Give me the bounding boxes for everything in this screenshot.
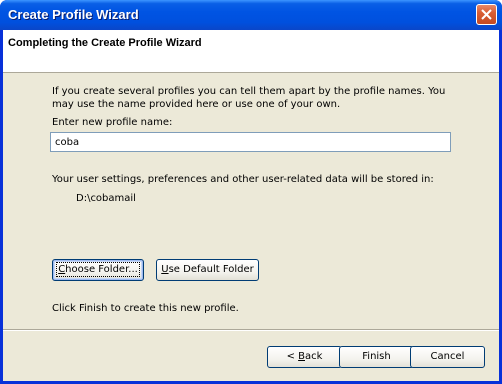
intro-text: If you create several profiles you can t… bbox=[52, 86, 446, 110]
cancel-label: Cancel bbox=[430, 351, 465, 362]
storage-path: D:\cobamail bbox=[76, 193, 136, 204]
dialog-body: Completing the Create Profile Wizard If … bbox=[3, 30, 499, 381]
close-icon bbox=[481, 9, 492, 20]
storage-location-text: Your user settings, preferences and othe… bbox=[52, 174, 434, 185]
footer-divider bbox=[3, 329, 499, 331]
use-default-folder-button[interactable]: Use Default Folder bbox=[156, 259, 259, 281]
create-profile-wizard-window: Create Profile Wizard Completing the Cre… bbox=[0, 0, 502, 384]
back-label: < Back bbox=[286, 351, 323, 362]
title-bar[interactable]: Create Profile Wizard bbox=[0, 0, 502, 30]
finish-hint-text: Click Finish to create this new profile. bbox=[52, 303, 239, 314]
use-default-folder-label: Use Default Folder bbox=[161, 264, 254, 275]
wizard-page-title: Completing the Create Profile Wizard bbox=[8, 37, 202, 49]
profile-name-input[interactable] bbox=[50, 132, 451, 152]
finish-label: Finish bbox=[362, 351, 391, 362]
cancel-button[interactable]: Cancel bbox=[410, 346, 485, 368]
window-title: Create Profile Wizard bbox=[8, 7, 139, 22]
choose-folder-label: Choose Folder... bbox=[56, 262, 140, 277]
back-button[interactable]: < Back bbox=[267, 346, 342, 368]
wizard-header: Completing the Create Profile Wizard bbox=[3, 30, 499, 73]
choose-folder-button[interactable]: Choose Folder... bbox=[52, 259, 144, 281]
finish-button[interactable]: Finish bbox=[339, 346, 414, 368]
profile-name-label: Enter new profile name: bbox=[52, 117, 173, 128]
close-button[interactable] bbox=[476, 4, 497, 25]
